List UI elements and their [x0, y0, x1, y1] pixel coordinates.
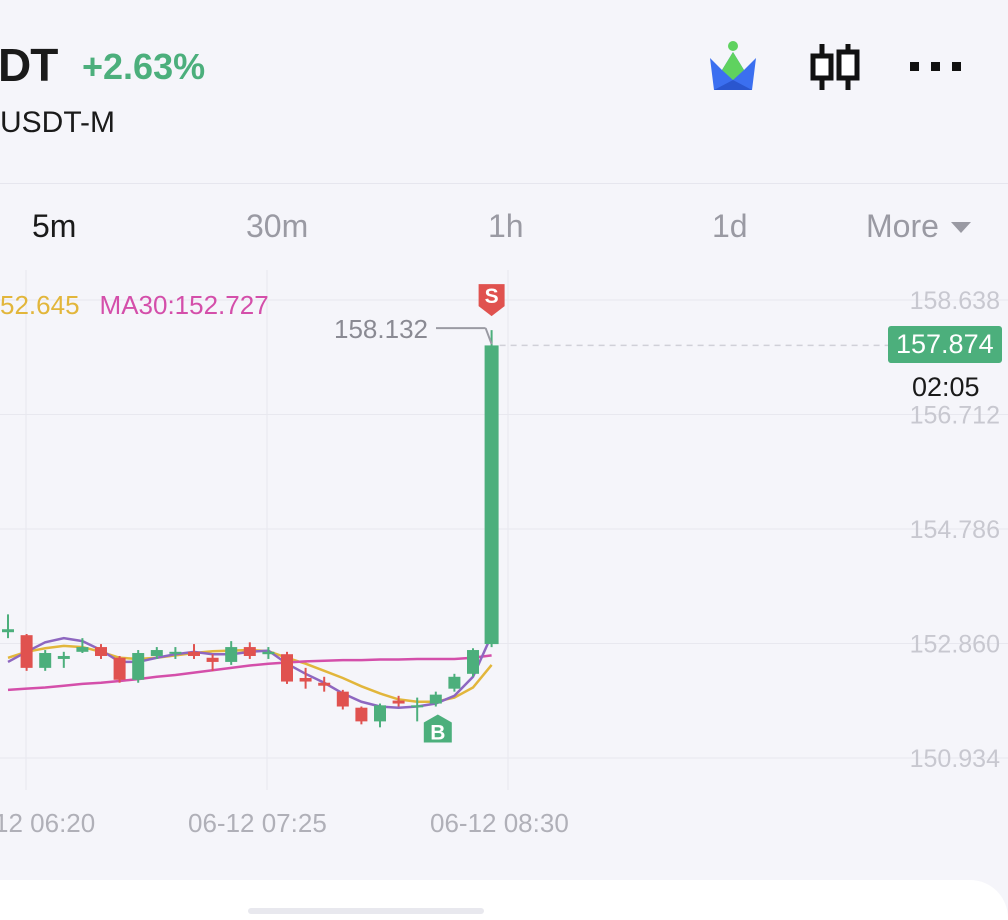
drag-handle[interactable] — [248, 908, 484, 914]
candle-body — [132, 653, 145, 680]
candle-body — [392, 700, 405, 704]
ma-line-ma30 — [7, 654, 492, 692]
interval-tabs: 5m 30m 1h 1d More — [0, 200, 1008, 256]
candle-body — [243, 647, 256, 656]
y-tick-label: 154.786 — [910, 516, 1000, 544]
bottom-panel — [0, 880, 1008, 920]
x-tick-label: 06-12 07:25 — [188, 808, 327, 838]
candle-body — [429, 694, 442, 704]
candle-body — [39, 653, 52, 668]
candle-body — [355, 707, 368, 722]
candle-body — [20, 635, 33, 668]
candle-body — [188, 651, 200, 656]
tab-5m[interactable]: 5m — [32, 208, 76, 245]
price-chart[interactable]: 158.638 156.712 154.786 152.860 150.934 12 06… — [0, 260, 1008, 880]
y-tick-label: 150.934 — [910, 745, 1000, 773]
candle-body — [299, 677, 312, 682]
candle-body — [2, 629, 14, 633]
ma-legend: 52.645 MA30:152.727 — [0, 290, 269, 321]
tab-more-label: More — [866, 208, 939, 244]
ma7-value: 52.645 — [0, 290, 80, 320]
price-change-percent: +2.63% — [82, 46, 206, 87]
x-tick-label: 06-12 08:30 — [430, 808, 569, 838]
header: DT +2.63% USDT-M — [0, 0, 1008, 184]
ma30-value: MA30:152.727 — [99, 290, 269, 320]
high-price-label: 158.132 — [334, 314, 428, 344]
y-tick-label: 156.712 — [910, 402, 1000, 430]
candle-body — [318, 682, 331, 686]
contract-type: USDT-M — [0, 106, 115, 139]
tab-more[interactable]: More — [866, 208, 971, 245]
tab-1h[interactable]: 1h — [488, 208, 524, 245]
candle-body — [169, 651, 182, 654]
tab-1d[interactable]: 1d — [712, 208, 748, 245]
crown-icon[interactable] — [706, 40, 760, 94]
candle-body — [57, 655, 70, 659]
sell-marker-label: S — [485, 285, 499, 308]
candle-body — [281, 654, 293, 682]
candle-body — [448, 676, 461, 689]
x-tick-label: 12 06:20 — [0, 808, 95, 838]
y-tick-label: 152.860 — [910, 631, 1000, 659]
candle-body — [95, 647, 107, 656]
more-options-icon[interactable] — [908, 56, 964, 76]
candle-body — [113, 657, 126, 680]
y-tick-label: 158.638 — [910, 287, 1000, 315]
symbol-title[interactable]: DT — [0, 38, 58, 92]
candle-body — [225, 647, 238, 662]
candlestick-chart-icon[interactable] — [808, 42, 862, 92]
candle-countdown: 02:05 — [912, 372, 980, 402]
chart-canvas[interactable]: 158.638 156.712 154.786 152.860 150.934 12 06… — [0, 260, 1008, 880]
header-divider — [0, 183, 1008, 184]
candle-body — [467, 650, 479, 674]
candle-body — [262, 651, 275, 655]
candle-body — [411, 705, 424, 708]
candle-body — [76, 647, 89, 652]
candle-body — [206, 657, 219, 662]
buy-marker-label: B — [430, 722, 445, 745]
chevron-down-icon — [950, 222, 971, 233]
current-price-tag: 157.874 — [888, 326, 1002, 363]
candle-body — [150, 650, 163, 656]
candle-body — [484, 345, 499, 645]
candle-body — [374, 705, 386, 722]
candle-body — [336, 691, 349, 707]
tab-30m[interactable]: 30m — [246, 208, 308, 245]
